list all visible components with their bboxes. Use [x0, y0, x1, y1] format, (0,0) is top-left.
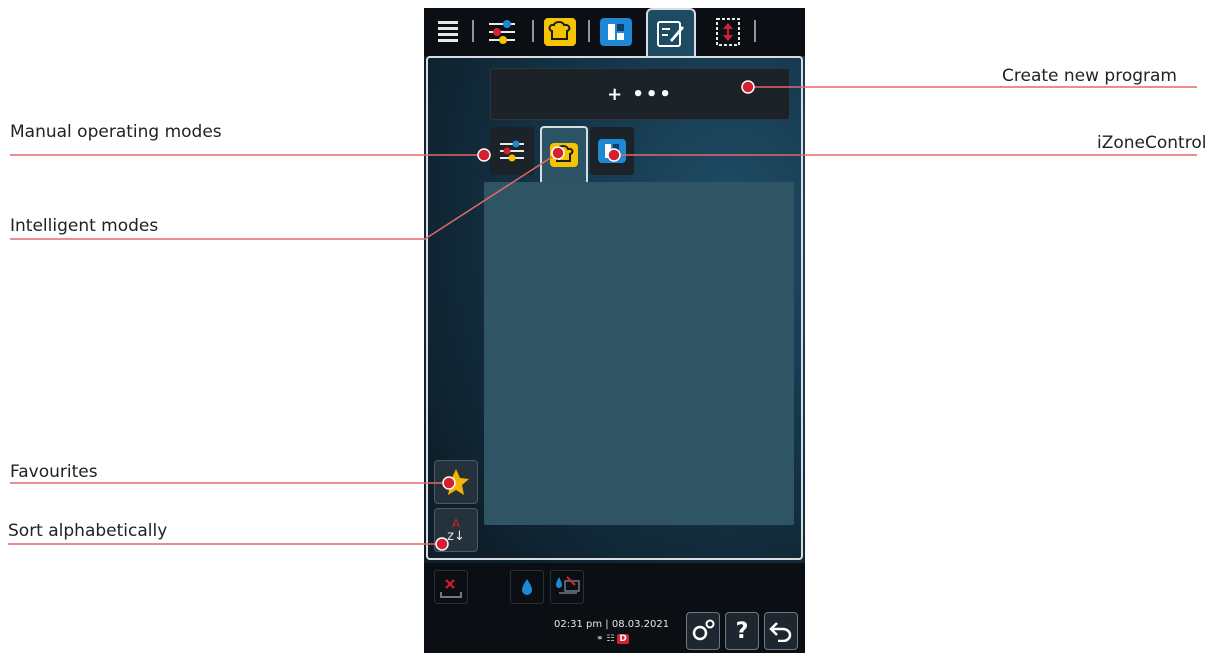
autoloading-icon — [716, 18, 740, 46]
manual-modes-icon — [500, 140, 524, 162]
tab-manual-modes[interactable] — [480, 14, 524, 50]
status-badge: D — [617, 634, 629, 644]
callout-create-new-program: Create new program — [1002, 66, 1177, 86]
tab-intelligent-modes[interactable] — [540, 14, 580, 50]
back-button[interactable] — [764, 612, 798, 650]
callout-sort-alphabetically: Sort alphabetically — [8, 521, 168, 541]
device-screen: + ••• A z↓ 02:31 pm | 08.03.2021 ⚭ ☷ D ? — [424, 8, 805, 653]
wifi-icon: ⚭ — [596, 634, 604, 644]
tab-separator — [532, 20, 534, 42]
settings-button[interactable] — [686, 612, 720, 650]
intelligent-modes-icon — [544, 18, 576, 46]
callout-manual-operating-modes: Manual operating modes — [10, 122, 222, 142]
time-value: 02:31 pm — [554, 619, 603, 630]
callout-favourites: Favourites — [10, 462, 98, 482]
menu-icon[interactable] — [434, 14, 462, 50]
subtab-manual-modes[interactable] — [490, 127, 534, 175]
connection-status: ⚭ ☷ D — [596, 634, 629, 644]
humidity-status-icon[interactable] — [550, 570, 584, 604]
create-new-program-button[interactable]: + ••• — [490, 68, 790, 120]
tab-separator — [472, 20, 474, 42]
tab-izonecontrol[interactable] — [596, 14, 636, 50]
subtab-izonecontrol[interactable] — [590, 127, 634, 175]
back-arrow-icon — [769, 622, 792, 642]
star-icon — [443, 469, 469, 495]
date-time: 02:31 pm | 08.03.2021 — [554, 619, 669, 630]
program-list[interactable] — [484, 182, 794, 525]
izonecontrol-icon — [598, 139, 626, 163]
callout-intelligent-modes: Intelligent modes — [10, 216, 159, 236]
network-icon: ☷ — [606, 634, 615, 644]
tab-autoloading[interactable] — [708, 14, 748, 50]
favourites-button[interactable] — [434, 460, 478, 504]
gear-icon — [692, 619, 715, 641]
date-value: 08.03.2021 — [611, 619, 670, 630]
sort-alphabetically-button[interactable]: A z↓ — [434, 508, 478, 552]
datetime-separator: | — [605, 619, 609, 630]
manual-modes-icon — [489, 20, 515, 44]
sort-az-icon: z↓ — [447, 529, 465, 544]
izonecontrol-icon — [600, 18, 632, 46]
tab-separator — [588, 20, 590, 42]
intelligent-modes-icon — [550, 143, 578, 167]
subtab-intelligent-modes[interactable] — [540, 126, 588, 182]
callout-izonecontrol: iZoneControl — [1097, 133, 1207, 153]
programming-icon — [657, 21, 684, 47]
help-button[interactable]: ? — [725, 612, 759, 650]
tab-programming[interactable] — [650, 16, 692, 52]
cleaning-status-icon[interactable] — [434, 570, 468, 604]
tab-separator — [754, 20, 756, 42]
water-drop-icon[interactable] — [510, 570, 544, 604]
